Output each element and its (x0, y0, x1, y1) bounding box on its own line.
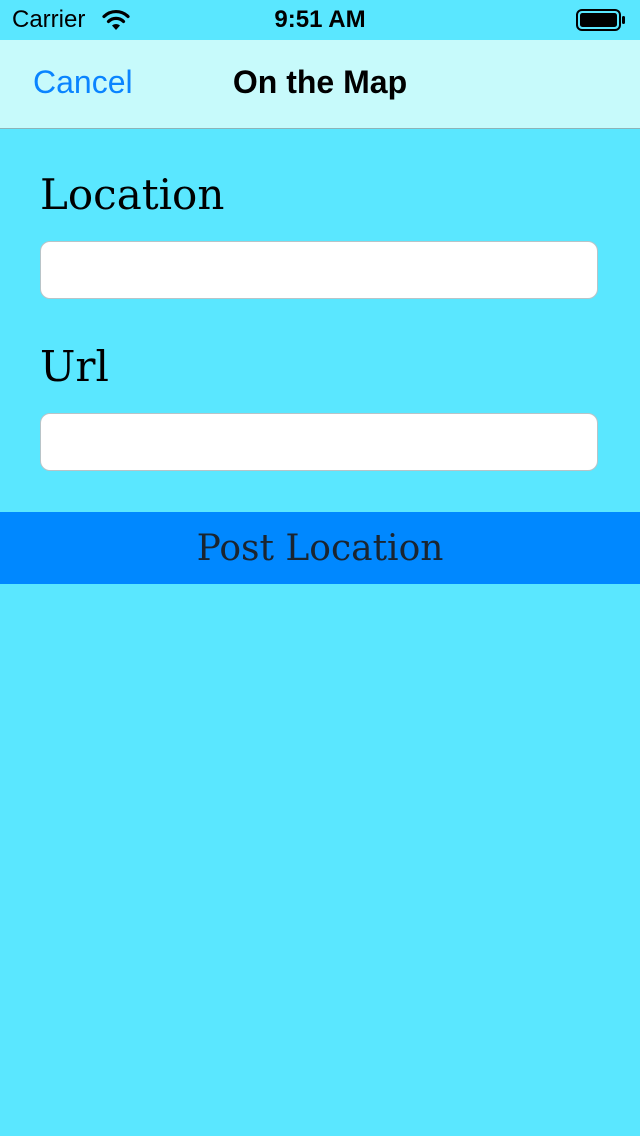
status-time: 9:51 AM (274, 6, 366, 33)
navigation-bar: Cancel On the Map (0, 40, 640, 129)
location-label: Location (40, 170, 225, 219)
post-location-label: Post Location (196, 527, 444, 569)
battery-icon (576, 9, 625, 31)
status-bar: Carrier 9:51 AM (0, 0, 640, 40)
page-title: On the Map (232, 64, 408, 100)
post-location-button[interactable]: Post Location (0, 512, 640, 584)
location-input[interactable] (40, 241, 598, 299)
url-input[interactable] (40, 413, 598, 471)
url-label: Url (40, 342, 109, 391)
